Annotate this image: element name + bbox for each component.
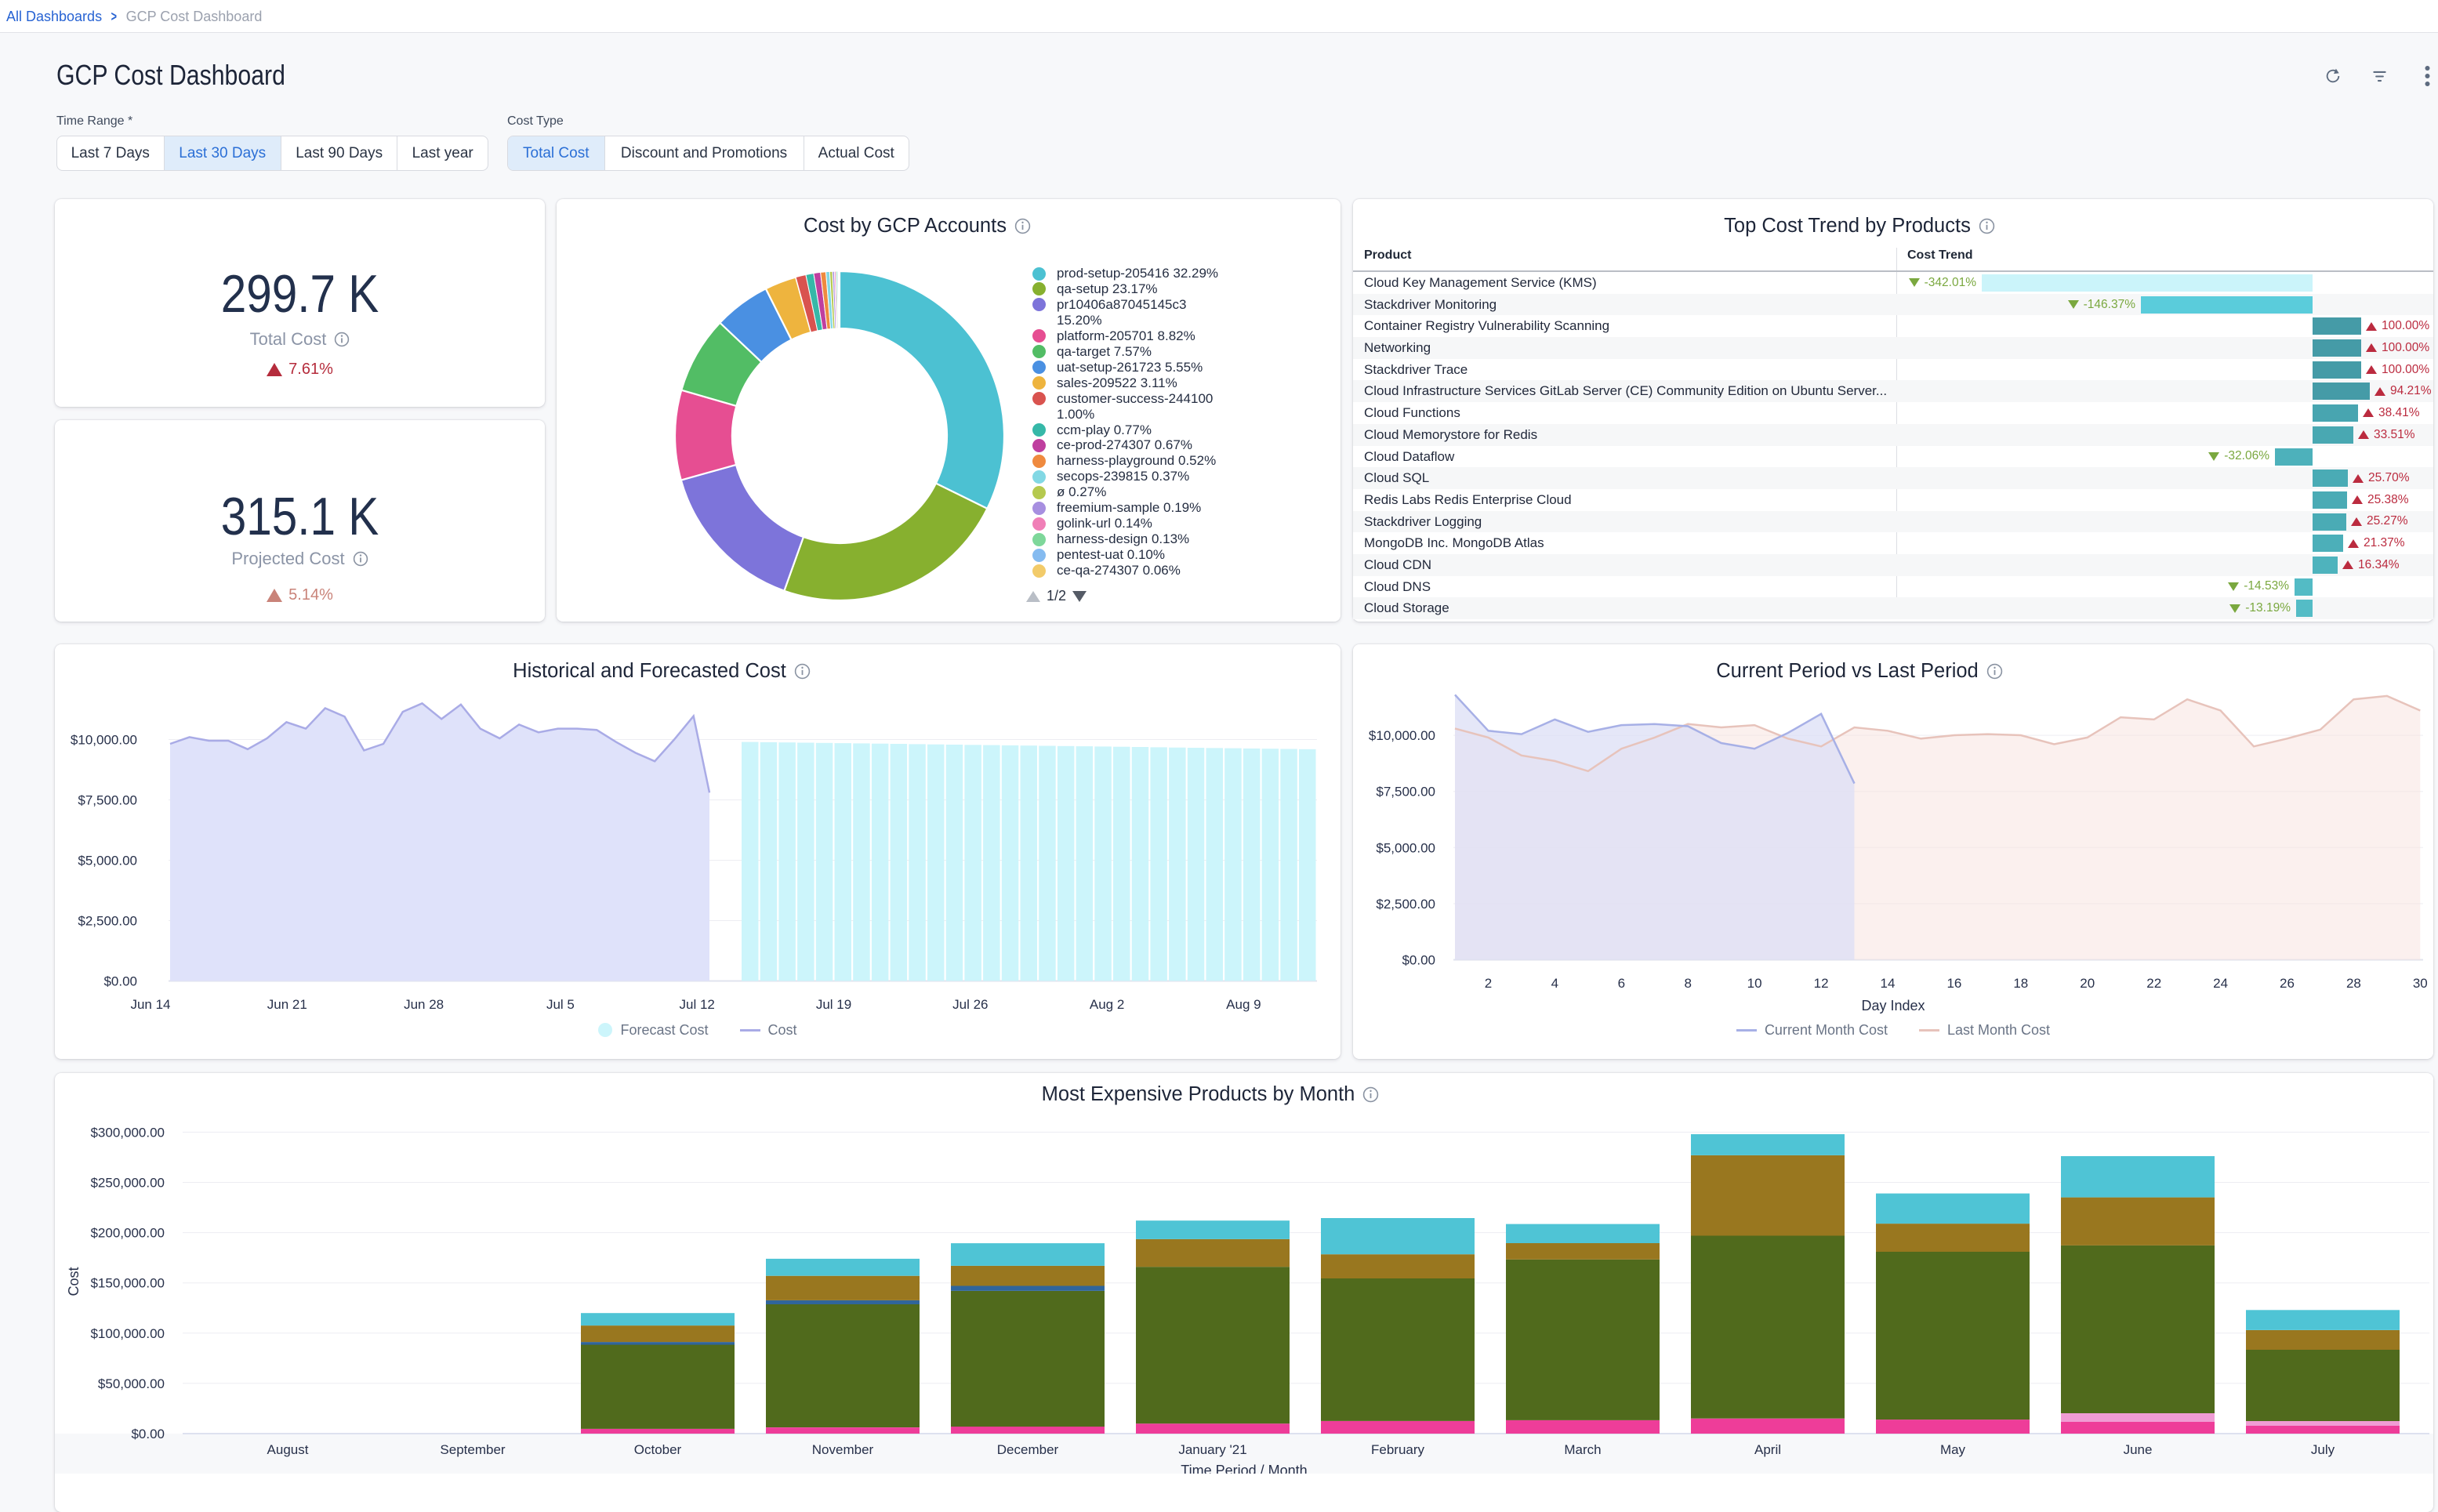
svg-text:14: 14 xyxy=(1881,976,1896,991)
svg-text:Jul 12: Jul 12 xyxy=(680,997,715,1012)
svg-text:September: September xyxy=(440,1442,505,1457)
svg-text:Cost: Cost xyxy=(66,1267,82,1296)
svg-text:$50,000.00: $50,000.00 xyxy=(98,1376,165,1391)
svg-text:July: July xyxy=(2311,1442,2335,1457)
svg-text:$5,000.00: $5,000.00 xyxy=(1376,840,1435,855)
svg-text:Jun 28: Jun 28 xyxy=(404,997,444,1012)
svg-text:$150,000.00: $150,000.00 xyxy=(90,1276,165,1291)
svg-text:April: April xyxy=(1754,1442,1781,1457)
svg-text:Jun 21: Jun 21 xyxy=(267,997,307,1012)
svg-text:30: 30 xyxy=(2413,976,2428,991)
svg-text:$2,500.00: $2,500.00 xyxy=(1376,897,1435,912)
svg-text:Jul 5: Jul 5 xyxy=(546,997,575,1012)
svg-text:12: 12 xyxy=(1814,976,1829,991)
svg-text:$7,500.00: $7,500.00 xyxy=(1376,785,1435,800)
svg-text:$10,000.00: $10,000.00 xyxy=(1369,728,1435,743)
svg-text:22: 22 xyxy=(2146,976,2161,991)
svg-text:6: 6 xyxy=(1618,976,1625,991)
svg-text:18: 18 xyxy=(2013,976,2028,991)
svg-text:$10,000.00: $10,000.00 xyxy=(71,733,137,748)
svg-text:$7,500.00: $7,500.00 xyxy=(78,793,137,808)
svg-text:January '21: January '21 xyxy=(1178,1442,1246,1457)
svg-text:20: 20 xyxy=(2080,976,2095,991)
svg-text:28: 28 xyxy=(2346,976,2361,991)
svg-text:Time Period / Month: Time Period / Month xyxy=(1181,1463,1307,1474)
svg-text:Jul 26: Jul 26 xyxy=(952,997,988,1012)
svg-text:Jun 14: Jun 14 xyxy=(130,997,170,1012)
svg-text:24: 24 xyxy=(2213,976,2228,991)
svg-text:$0.00: $0.00 xyxy=(103,974,137,989)
svg-text:$0.00: $0.00 xyxy=(131,1427,165,1441)
svg-text:Day Index: Day Index xyxy=(1861,998,1925,1013)
svg-text:October: October xyxy=(634,1442,682,1457)
svg-text:May: May xyxy=(1940,1442,1966,1457)
svg-text:4: 4 xyxy=(1551,976,1558,991)
svg-text:June: June xyxy=(2124,1442,2153,1457)
svg-text:November: November xyxy=(812,1442,874,1457)
svg-text:16: 16 xyxy=(1946,976,1961,991)
svg-text:$5,000.00: $5,000.00 xyxy=(78,854,137,868)
svg-text:$250,000.00: $250,000.00 xyxy=(90,1176,165,1191)
svg-text:10: 10 xyxy=(1747,976,1762,991)
svg-text:December: December xyxy=(997,1442,1059,1457)
svg-text:$2,500.00: $2,500.00 xyxy=(78,914,137,929)
svg-text:8: 8 xyxy=(1684,976,1691,991)
svg-text:February: February xyxy=(1371,1442,1425,1457)
svg-text:$300,000.00: $300,000.00 xyxy=(90,1125,165,1140)
svg-text:26: 26 xyxy=(2280,976,2295,991)
svg-text:March: March xyxy=(1564,1442,1601,1457)
svg-text:Jul 19: Jul 19 xyxy=(816,997,851,1012)
svg-text:$100,000.00: $100,000.00 xyxy=(90,1326,165,1341)
svg-text:Aug 2: Aug 2 xyxy=(1090,997,1124,1012)
svg-text:2: 2 xyxy=(1485,976,1492,991)
svg-text:$0.00: $0.00 xyxy=(1402,953,1435,968)
svg-text:August: August xyxy=(267,1442,309,1457)
svg-text:Aug 9: Aug 9 xyxy=(1226,997,1261,1012)
svg-text:$200,000.00: $200,000.00 xyxy=(90,1226,165,1241)
